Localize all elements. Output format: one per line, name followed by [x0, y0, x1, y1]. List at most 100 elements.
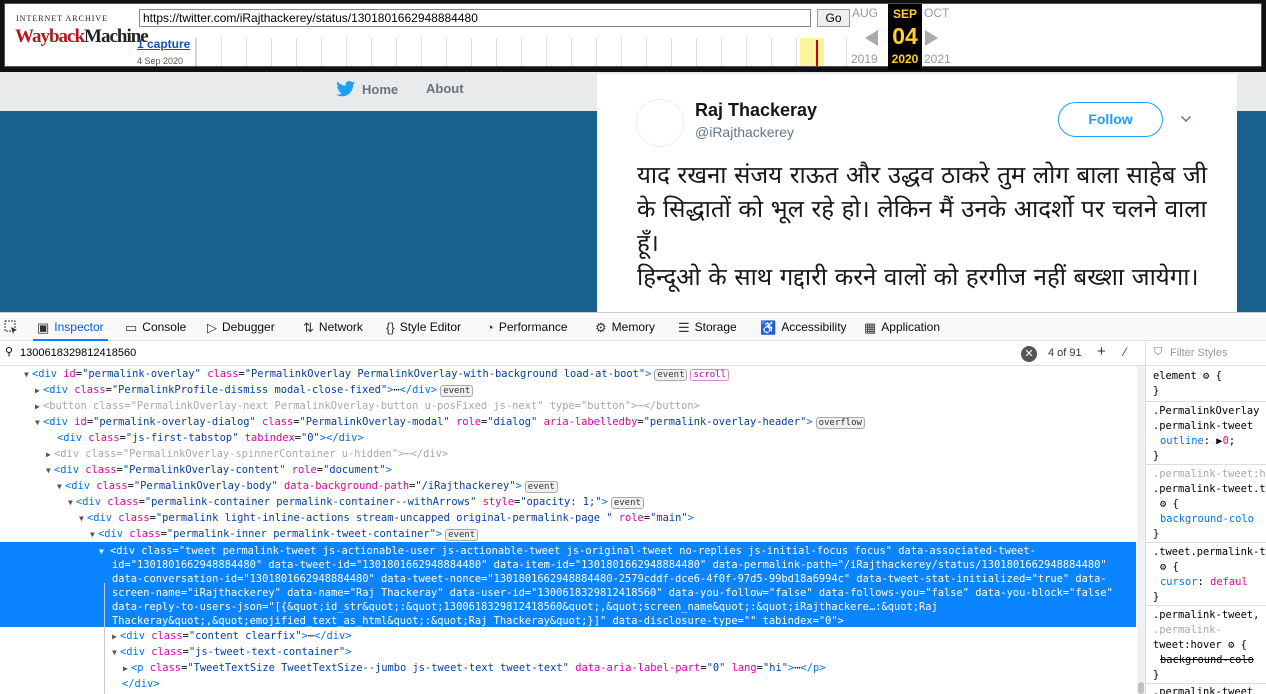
markup-search-bar[interactable]: ⚲ 1300618329812418560 ✕ 4 of 91 + ⁄ [0, 342, 1145, 366]
eyedropper-icon[interactable]: ⁄ [1124, 345, 1126, 359]
wayback-captures-link[interactable]: 1 capture [137, 37, 190, 51]
tab-inspector[interactable]: ▣ Inspector [33, 313, 108, 341]
wayback-logo-word1: Wayback [15, 26, 85, 47]
tab-application[interactable]: ▦ Application [864, 313, 940, 341]
wayback-url-input[interactable]: https://twitter.com/iRajthackerey/status… [139, 9, 811, 27]
sparkline-current-month [800, 38, 824, 66]
nav-about-link[interactable]: About [426, 81, 464, 96]
markup-line[interactable]: ▶ <div class="PermalinkProfile-dismiss mo… [35, 382, 474, 398]
next-capture-arrow-icon[interactable] [925, 30, 938, 46]
wayback-logo[interactable]: INTERNET ARCHIVE WaybackMachine [15, 12, 149, 62]
event-badge[interactable]: event [524, 481, 558, 493]
markup-line[interactable]: ▶ <p class="TweetTextSize TweetTextSize--… [123, 660, 826, 676]
markup-line[interactable]: ▶ <div class="content clearfix">⋯</div> [112, 628, 352, 644]
tab-storage[interactable]: ☰ Storage [678, 313, 737, 341]
markup-line[interactable]: ▼ <div class="js-tweet-text-container"> [112, 644, 352, 660]
nav-home-link[interactable]: Home [336, 81, 398, 97]
scroll-badge[interactable]: scroll [690, 369, 729, 381]
avatar[interactable] [636, 99, 684, 147]
event-badge[interactable]: event [654, 369, 688, 381]
rule-property: cursor [1160, 576, 1198, 588]
search-input[interactable]: 1300618329812418560 [20, 347, 136, 359]
tab-style-editor[interactable]: {} Style Editor [386, 313, 461, 341]
next-year-label[interactable]: 2021 [924, 52, 951, 66]
event-badge[interactable]: event [610, 497, 644, 509]
event-badge[interactable]: event [440, 385, 474, 397]
rule-divider [1146, 683, 1266, 684]
selected-node[interactable]: ▼ <div class="tweet permalink-tweet js-ac… [0, 542, 1136, 627]
tab-label: Application [881, 319, 941, 334]
prev-capture-arrow-icon[interactable] [865, 30, 878, 46]
devtools-panel: ▣ Inspector ▭ Console ▷ Debugger ⇅ Network {… [0, 312, 1266, 694]
rule-declaration[interactable]: background-colo [1160, 512, 1254, 527]
rule-selector[interactable]: .tweet.permalink-t [1153, 545, 1266, 560]
current-day: 04 [892, 23, 918, 49]
next-month-label[interactable]: OCT [924, 6, 949, 20]
tab-debugger[interactable]: ▷ Debugger [207, 313, 275, 341]
tab-performance[interactable]: ◔ Performance [486, 313, 568, 341]
rule-selector[interactable]: .permalink-tweet, [1153, 608, 1259, 623]
tab-label: Memory [611, 319, 655, 334]
filter-icon: ⛉ [1154, 346, 1163, 358]
tab-network[interactable]: ⇅ Network [303, 313, 363, 341]
clear-search-icon[interactable]: ✕ [1021, 346, 1037, 362]
rule-selector[interactable]: .PermalinkOverlay [1153, 404, 1259, 419]
rule-declaration[interactable]: cursor: defaul [1160, 575, 1248, 590]
markup-line[interactable]: ▼ <div id="permalink-overlay" class="Perm… [24, 366, 729, 382]
event-badge[interactable]: event [445, 529, 479, 541]
tab-accessibility[interactable]: ♿ Accessibility [760, 313, 847, 341]
tab-console[interactable]: ▭ Console [125, 313, 186, 341]
markup-line[interactable]: ▼ <div class="permalink light-inline-acti… [79, 510, 694, 526]
prev-year-label[interactable]: 2019 [851, 52, 878, 66]
markup-line[interactable]: ▶ <div class="PermalinkOverlay-spinnerCon… [46, 446, 448, 462]
rule-selector[interactable]: tweet:hover ⚙ { [1153, 638, 1247, 653]
wayback-toolbar: INTERNET ARCHIVE WaybackMachine https://… [0, 0, 1266, 72]
rule-selector[interactable]: .permalink-tweet [1153, 419, 1253, 434]
tab-memory[interactable]: ⚙ Memory [595, 313, 655, 341]
overflow-badge[interactable]: overflow [815, 417, 865, 429]
element-picker-icon[interactable] [4, 313, 18, 341]
sparkline-capture-bar[interactable] [816, 40, 818, 66]
rule-selector-text: tweet:hover [1153, 639, 1222, 651]
current-month: SEP [892, 7, 917, 21]
wayback-go-button[interactable]: Go [817, 9, 850, 27]
markup-line[interactable]: ▼ <div class="permalink-container permali… [68, 494, 644, 510]
prev-month-label[interactable]: AUG [852, 6, 878, 20]
markup-line[interactable]: </div> [122, 676, 160, 692]
markup-line[interactable]: ▼ <div class="PermalinkOverlay-body" data… [57, 478, 558, 494]
rule-brace: } [1153, 591, 1160, 603]
rule-value: defaul [1210, 576, 1248, 588]
rule-selector[interactable]: .permalink-tweet.t [1153, 482, 1266, 497]
markup-line[interactable]: <div class="js-first-tabstop" tabindex="… [57, 430, 364, 446]
expand-arrow-icon[interactable]: ▼ [99, 545, 104, 559]
markup-line[interactable]: ▼ <div class="permalink-inner permalink-t… [90, 526, 479, 542]
filter-styles-input[interactable]: ⛉ Filter Styles [1146, 342, 1266, 366]
markup-line[interactable]: ▼ <div id="permalink-overlay-dialog" clas… [35, 414, 865, 430]
user-name[interactable]: Raj Thackeray [695, 100, 817, 121]
markup-scrollbar[interactable] [1137, 366, 1145, 694]
devtools-tabbar: ▣ Inspector ▭ Console ▷ Debugger ⇅ Network {… [0, 313, 1266, 341]
rule-selector[interactable]: element ⚙ { [1153, 369, 1222, 384]
rule-brace: } [1153, 385, 1160, 397]
wayback-sparkline[interactable] [195, 38, 850, 66]
rule-selector[interactable]: .permalink- [1153, 623, 1222, 638]
rule-selector[interactable]: .permalink-tweet:h [1153, 467, 1266, 482]
chevron-down-icon[interactable] [1181, 112, 1191, 122]
rule-divider [1146, 401, 1266, 402]
scrollbar-thumb[interactable] [1138, 682, 1144, 694]
markup-view[interactable]: ▼ <div id="permalink-overlay" class="Perm… [0, 366, 1145, 694]
indent-guide [104, 583, 105, 694]
follow-button[interactable]: Follow [1058, 102, 1163, 137]
tab-label: Performance [498, 319, 568, 334]
markup-line[interactable]: ▶ <button class="PermalinkOverlay-next Pe… [35, 398, 700, 414]
wayback-logo-wordmark: WaybackMachine [15, 26, 149, 48]
user-handle[interactable]: @iRajthackerey [695, 124, 794, 140]
current-year: 2020 [891, 52, 919, 66]
markup-line[interactable]: ▼ <div class="PermalinkOverlay-content" r… [46, 462, 392, 478]
network-icon: ⇅ [303, 319, 314, 335]
add-node-icon[interactable]: + [1097, 343, 1106, 360]
wayback-logo-line1: INTERNET ARCHIVE [16, 14, 109, 23]
rule-declaration[interactable]: background-colo [1160, 653, 1254, 668]
rule-declaration[interactable]: outline: ▶0; [1160, 434, 1235, 449]
rule-selector[interactable]: .permalink-tweet [1153, 685, 1253, 694]
